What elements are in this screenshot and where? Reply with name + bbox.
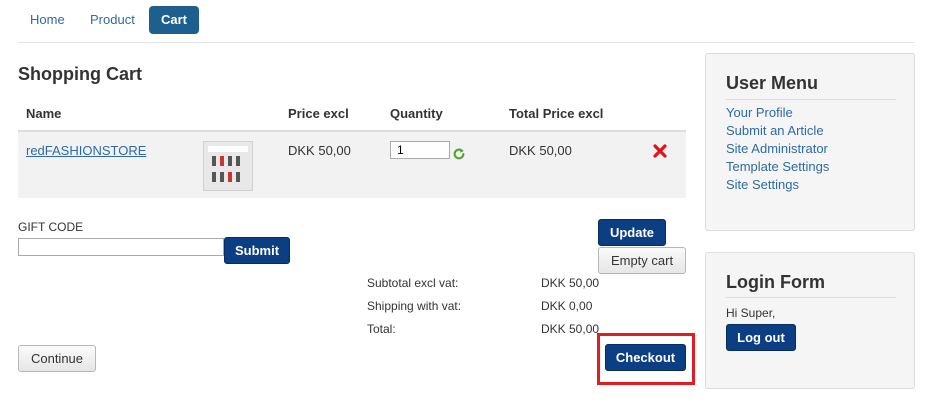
subtotal-value: DKK 50,00	[541, 276, 600, 290]
gift-code-submit-button[interactable]: Submit	[224, 237, 290, 264]
nav-cart[interactable]: Cart	[149, 6, 200, 34]
gift-code-label: GIFT CODE	[18, 220, 84, 234]
checkout-button[interactable]: Checkout	[605, 344, 686, 371]
empty-cart-button[interactable]: Empty cart	[598, 247, 686, 274]
user-menu-item-profile[interactable]: Your Profile	[726, 105, 793, 120]
user-menu-item-site-settings[interactable]: Site Settings	[726, 177, 799, 192]
column-header-total: Total Price excl	[509, 106, 604, 121]
table-row	[18, 132, 686, 198]
nav-divider	[18, 42, 915, 43]
login-greeting: Hi Super,	[726, 306, 776, 320]
delete-icon[interactable]	[652, 143, 668, 159]
user-menu-divider	[726, 99, 896, 100]
user-menu-title: User Menu	[726, 73, 819, 93]
login-form-panel: Login Form Hi Super, Log out	[705, 252, 915, 389]
column-header-name: Name	[26, 106, 62, 121]
user-menu-item-submit-article[interactable]: Submit an Article	[726, 123, 824, 138]
gift-code-input[interactable]	[18, 238, 224, 256]
nav-product[interactable]: Product	[78, 6, 147, 34]
logout-button[interactable]: Log out	[726, 324, 796, 351]
total-label: Total:	[367, 322, 396, 336]
shipping-label: Shipping with vat:	[367, 299, 462, 313]
user-menu-item-template-settings[interactable]: Template Settings	[726, 159, 829, 174]
product-price: DKK 50,00	[288, 143, 351, 158]
continue-button[interactable]: Continue	[18, 345, 96, 372]
user-menu-item-site-administrator[interactable]: Site Administrator	[726, 141, 828, 156]
login-form-divider	[726, 297, 896, 298]
refresh-icon[interactable]	[452, 147, 466, 161]
nav-home[interactable]: Home	[18, 6, 77, 34]
login-form-title: Login Form	[726, 272, 825, 292]
page-title: Shopping Cart	[18, 64, 142, 84]
total-value: DKK 50,00	[541, 322, 600, 336]
product-total-price: DKK 50,00	[509, 143, 572, 158]
column-header-price: Price excl	[288, 106, 349, 121]
update-button[interactable]: Update	[598, 219, 666, 246]
column-header-quantity: Quantity	[390, 106, 443, 121]
user-menu-panel: User Menu Your Profile Submit an Article…	[705, 53, 915, 231]
quantity-input[interactable]	[390, 141, 450, 159]
subtotal-label: Subtotal excl vat:	[367, 276, 459, 290]
shipping-value: DKK 0,00	[541, 299, 593, 313]
product-thumbnail[interactable]	[203, 141, 253, 191]
product-name-link[interactable]: redFASHIONSTORE	[26, 143, 146, 158]
